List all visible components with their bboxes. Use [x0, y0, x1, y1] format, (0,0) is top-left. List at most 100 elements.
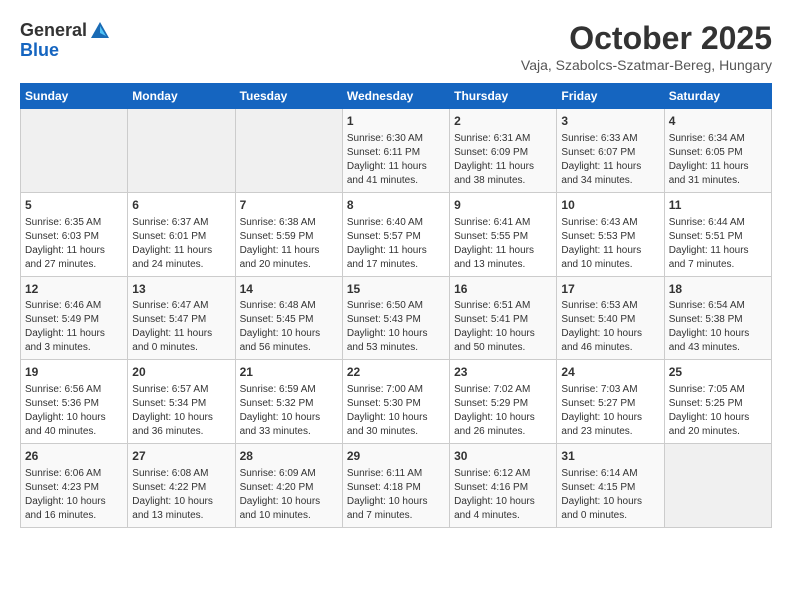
day-info: Sunrise: 6:14 AMSunset: 4:15 PMDaylight:…: [561, 467, 659, 523]
day-cell: 3Sunrise: 6:33 AMSunset: 6:07 PMDaylight…: [557, 109, 664, 193]
day-info: Sunrise: 6:09 AMSunset: 4:20 PMDaylight:…: [240, 467, 338, 523]
day-number: 26: [25, 448, 123, 465]
day-number: 3: [561, 113, 659, 130]
day-number: 20: [132, 364, 230, 381]
month-title: October 2025: [521, 20, 772, 57]
day-info: Sunrise: 6:06 AMSunset: 4:23 PMDaylight:…: [25, 467, 123, 523]
day-number: 16: [454, 281, 552, 298]
day-info: Sunrise: 6:44 AMSunset: 5:51 PMDaylight:…: [669, 216, 767, 272]
day-number: 14: [240, 281, 338, 298]
day-number: 31: [561, 448, 659, 465]
day-info: Sunrise: 6:34 AMSunset: 6:05 PMDaylight:…: [669, 132, 767, 188]
day-cell: 7 Sunrise: 6:38 AMSunset: 5:59 PMDaylight…: [235, 192, 342, 276]
weekday-header-monday: Monday: [128, 84, 235, 109]
day-cell: 6 Sunrise: 6:37 AMSunset: 6:01 PMDaylight…: [128, 192, 235, 276]
day-cell: 27Sunrise: 6:08 AMSunset: 4:22 PMDayligh…: [128, 444, 235, 528]
location-subtitle: Vaja, Szabolcs-Szatmar-Bereg, Hungary: [521, 57, 772, 73]
day-number: 17: [561, 281, 659, 298]
day-info: Sunrise: 6:37 AMSunset: 6:01 PMDaylight:…: [132, 216, 230, 272]
day-number: 7: [240, 197, 338, 214]
week-row-4: 19 Sunrise: 6:56 AMSunset: 5:36 PMDayligh…: [21, 360, 772, 444]
day-cell: 21 Sunrise: 6:59 AMSunset: 5:32 PMDayligh…: [235, 360, 342, 444]
day-cell: 20 Sunrise: 6:57 AMSunset: 5:34 PMDayligh…: [128, 360, 235, 444]
day-cell: 15Sunrise: 6:50 AMSunset: 5:43 PMDayligh…: [342, 276, 449, 360]
weekday-header-wednesday: Wednesday: [342, 84, 449, 109]
title-block: October 2025 Vaja, Szabolcs-Szatmar-Bere…: [521, 20, 772, 73]
day-number: 27: [132, 448, 230, 465]
day-number: 23: [454, 364, 552, 381]
day-cell: 28 Sunrise: 6:09 AMSunset: 4:20 PMDayligh…: [235, 444, 342, 528]
day-info: Sunrise: 6:56 AMSunset: 5:36 PMDaylight:…: [25, 383, 123, 439]
day-info: Sunrise: 6:38 AMSunset: 5:59 PMDaylight:…: [240, 216, 338, 272]
day-cell: 23 Sunrise: 7:02 AMSunset: 5:29 PMDayligh…: [450, 360, 557, 444]
day-cell: 18Sunrise: 6:54 AMSunset: 5:38 PMDayligh…: [664, 276, 771, 360]
weekday-header-row: SundayMondayTuesdayWednesdayThursdayFrid…: [21, 84, 772, 109]
day-cell: 1 Sunrise: 6:30 AMSunset: 6:11 PMDaylight…: [342, 109, 449, 193]
weekday-header-saturday: Saturday: [664, 84, 771, 109]
day-cell: 11 Sunrise: 6:44 AMSunset: 5:51 PMDayligh…: [664, 192, 771, 276]
weekday-header-friday: Friday: [557, 84, 664, 109]
logo-text: General: [20, 20, 111, 42]
day-info: Sunrise: 6:11 AMSunset: 4:18 PMDaylight:…: [347, 467, 445, 523]
day-info: Sunrise: 6:47 AMSunset: 5:47 PMDaylight:…: [132, 299, 230, 355]
day-info: Sunrise: 6:57 AMSunset: 5:34 PMDaylight:…: [132, 383, 230, 439]
day-cell: 26 Sunrise: 6:06 AMSunset: 4:23 PMDayligh…: [21, 444, 128, 528]
day-number: 1: [347, 113, 445, 130]
day-cell: 22 Sunrise: 7:00 AMSunset: 5:30 PMDayligh…: [342, 360, 449, 444]
day-info: Sunrise: 6:30 AMSunset: 6:11 PMDaylight:…: [347, 132, 445, 188]
day-number: 15: [347, 281, 445, 298]
day-info: Sunrise: 6:53 AMSunset: 5:40 PMDaylight:…: [561, 299, 659, 355]
day-cell: 31 Sunrise: 6:14 AMSunset: 4:15 PMDayligh…: [557, 444, 664, 528]
day-info: Sunrise: 6:12 AMSunset: 4:16 PMDaylight:…: [454, 467, 552, 523]
day-number: 12: [25, 281, 123, 298]
day-info: Sunrise: 7:05 AMSunset: 5:25 PMDaylight:…: [669, 383, 767, 439]
day-number: 13: [132, 281, 230, 298]
day-cell: 30 Sunrise: 6:12 AMSunset: 4:16 PMDayligh…: [450, 444, 557, 528]
day-number: 22: [347, 364, 445, 381]
day-cell: [235, 109, 342, 193]
day-number: 2: [454, 113, 552, 130]
day-cell: [128, 109, 235, 193]
day-info: Sunrise: 6:50 AMSunset: 5:43 PMDaylight:…: [347, 299, 445, 355]
day-cell: 14Sunrise: 6:48 AMSunset: 5:45 PMDayligh…: [235, 276, 342, 360]
day-cell: [21, 109, 128, 193]
week-row-5: 26 Sunrise: 6:06 AMSunset: 4:23 PMDayligh…: [21, 444, 772, 528]
day-info: Sunrise: 6:59 AMSunset: 5:32 PMDaylight:…: [240, 383, 338, 439]
day-info: Sunrise: 6:48 AMSunset: 5:45 PMDaylight:…: [240, 299, 338, 355]
day-info: Sunrise: 7:02 AMSunset: 5:29 PMDaylight:…: [454, 383, 552, 439]
logo: General Blue: [20, 20, 111, 61]
day-cell: 8 Sunrise: 6:40 AMSunset: 5:57 PMDaylight…: [342, 192, 449, 276]
day-number: 28: [240, 448, 338, 465]
day-info: Sunrise: 7:00 AMSunset: 5:30 PMDaylight:…: [347, 383, 445, 439]
day-number: 29: [347, 448, 445, 465]
day-cell: 24Sunrise: 7:03 AMSunset: 5:27 PMDayligh…: [557, 360, 664, 444]
day-number: 8: [347, 197, 445, 214]
day-cell: 4Sunrise: 6:34 AMSunset: 6:05 PMDaylight…: [664, 109, 771, 193]
day-cell: 12Sunrise: 6:46 AMSunset: 5:49 PMDayligh…: [21, 276, 128, 360]
day-number: 6: [132, 197, 230, 214]
day-cell: 5Sunrise: 6:35 AMSunset: 6:03 PMDaylight…: [21, 192, 128, 276]
day-info: Sunrise: 6:35 AMSunset: 6:03 PMDaylight:…: [25, 216, 123, 272]
day-number: 11: [669, 197, 767, 214]
day-number: 9: [454, 197, 552, 214]
day-number: 30: [454, 448, 552, 465]
day-cell: 16Sunrise: 6:51 AMSunset: 5:41 PMDayligh…: [450, 276, 557, 360]
day-info: Sunrise: 6:41 AMSunset: 5:55 PMDaylight:…: [454, 216, 552, 272]
day-cell: 17Sunrise: 6:53 AMSunset: 5:40 PMDayligh…: [557, 276, 664, 360]
day-number: 19: [25, 364, 123, 381]
day-cell: 10Sunrise: 6:43 AMSunset: 5:53 PMDayligh…: [557, 192, 664, 276]
calendar-table: SundayMondayTuesdayWednesdayThursdayFrid…: [20, 83, 772, 528]
day-cell: 19 Sunrise: 6:56 AMSunset: 5:36 PMDayligh…: [21, 360, 128, 444]
day-info: Sunrise: 6:40 AMSunset: 5:57 PMDaylight:…: [347, 216, 445, 272]
day-cell: 2 Sunrise: 6:31 AMSunset: 6:09 PMDaylight…: [450, 109, 557, 193]
week-row-3: 12Sunrise: 6:46 AMSunset: 5:49 PMDayligh…: [21, 276, 772, 360]
day-number: 21: [240, 364, 338, 381]
week-row-1: 1 Sunrise: 6:30 AMSunset: 6:11 PMDaylight…: [21, 109, 772, 193]
day-cell: 13Sunrise: 6:47 AMSunset: 5:47 PMDayligh…: [128, 276, 235, 360]
week-row-2: 5Sunrise: 6:35 AMSunset: 6:03 PMDaylight…: [21, 192, 772, 276]
day-cell: 9 Sunrise: 6:41 AMSunset: 5:55 PMDaylight…: [450, 192, 557, 276]
weekday-header-sunday: Sunday: [21, 84, 128, 109]
day-info: Sunrise: 6:31 AMSunset: 6:09 PMDaylight:…: [454, 132, 552, 188]
day-cell: 25Sunrise: 7:05 AMSunset: 5:25 PMDayligh…: [664, 360, 771, 444]
day-info: Sunrise: 6:43 AMSunset: 5:53 PMDaylight:…: [561, 216, 659, 272]
